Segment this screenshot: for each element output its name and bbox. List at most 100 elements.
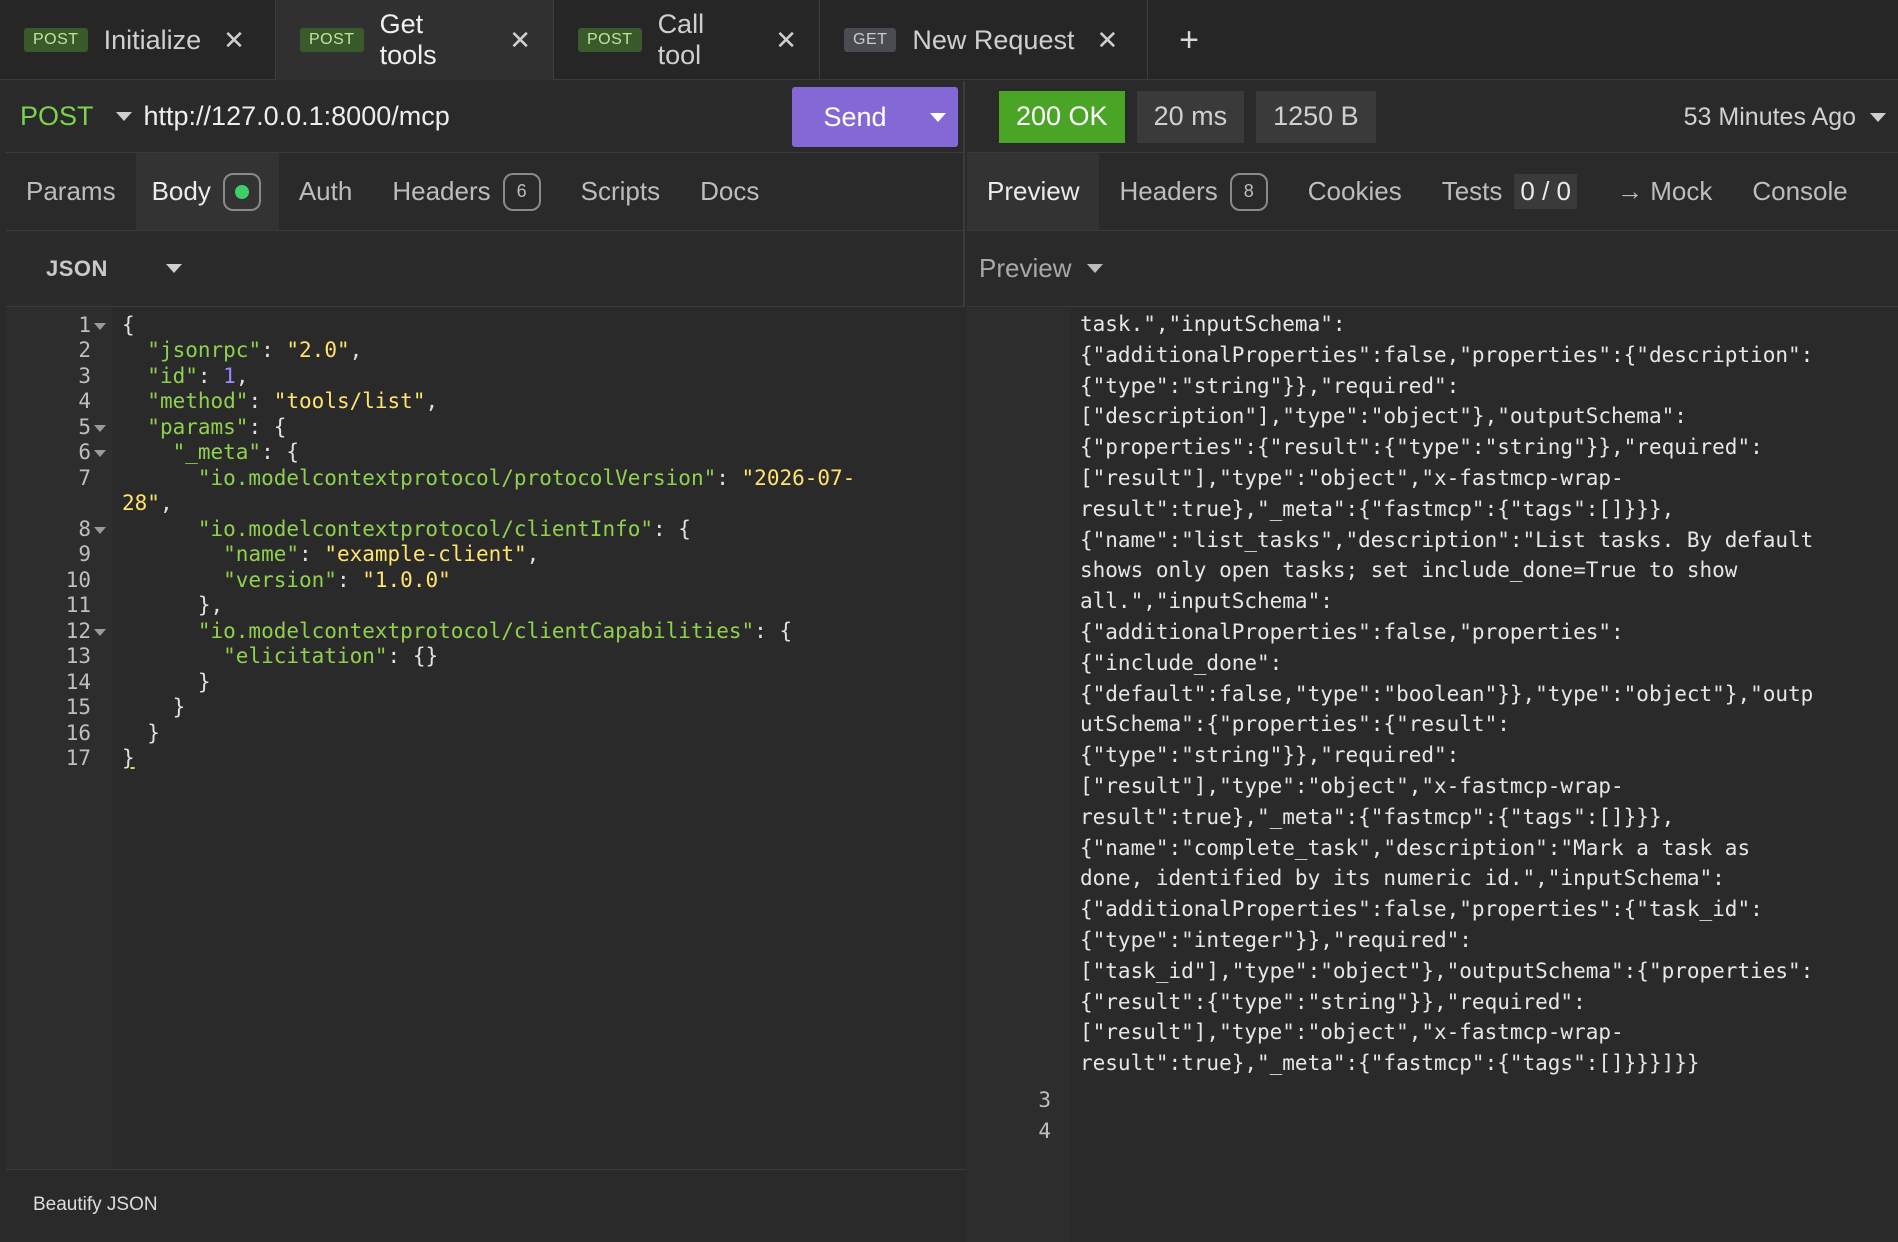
fold-caret-icon[interactable] — [94, 323, 106, 330]
code-line: } — [122, 746, 135, 770]
line-number: 4 — [1038, 1119, 1051, 1143]
response-preview[interactable]: task.","inputSchema": {"additionalPropert… — [967, 307, 1898, 1242]
code-line: } — [197, 670, 211, 694]
editor-footer: Beautify JSON — [6, 1169, 965, 1242]
code-line: } — [147, 721, 160, 745]
response-size-badge: 1250 B — [1256, 90, 1376, 143]
tab-get-tools[interactable]: POST Get tools ✕ — [276, 0, 554, 80]
json-editor[interactable]: 1 2 3 4 5 6 7 8 9 10 11 12 13 14 15 16 1… — [6, 307, 965, 1171]
response-line: result":true},"_meta":{"fastmcp":{"tags"… — [1080, 496, 1675, 521]
code-line: "jsonrpc": "2.0", — [147, 338, 363, 362]
code-line: "version": "1.0.0" — [223, 568, 451, 592]
send-button[interactable]: Send — [792, 102, 918, 133]
response-line: {"type":"string"}},"required": — [1080, 743, 1460, 768]
response-line: {"additionalProperties":false,"propertie… — [1080, 897, 1763, 922]
method-badge: POST — [300, 28, 364, 52]
close-icon[interactable]: ✕ — [1096, 25, 1118, 56]
code-line: "params": { — [147, 415, 287, 439]
url-bar: POST Send — [6, 81, 963, 153]
url-input[interactable] — [143, 101, 784, 132]
code-line: "io.modelcontextprotocol/clientInfo": { — [197, 517, 691, 541]
preview-mode-value: Preview — [979, 253, 1072, 283]
code-line: "io.modelcontextprotocol/clientCapabilit… — [197, 619, 793, 643]
fold-caret-icon[interactable] — [94, 450, 106, 457]
beautify-json-button[interactable]: Beautify JSON — [33, 1194, 158, 1216]
tab-new-request[interactable]: GET New Request ✕ — [820, 0, 1148, 80]
response-line: ["result"],"type":"object","x-fastmcp-wr… — [1080, 1020, 1624, 1045]
tab-tests[interactable]: Tests 0 / 0 — [1422, 153, 1597, 230]
tab-body-label: Body — [151, 176, 211, 206]
response-status-bar: 200 OK 20 ms 1250 B 53 Minutes Ago — [967, 81, 1898, 153]
response-subtabs: Preview Headers 8 Cookies Tests 0 / 0 → … — [967, 153, 1898, 231]
response-line: {"additionalProperties":false,"propertie… — [1080, 619, 1624, 644]
preview-mode-select[interactable]: Preview — [967, 231, 1898, 307]
caret-down-icon — [115, 112, 132, 121]
code-line: "_meta": { — [172, 440, 300, 464]
method-select[interactable]: POST — [6, 101, 132, 132]
status-badge: 200 OK — [999, 90, 1125, 143]
tests-count: 0 / 0 — [1514, 174, 1577, 209]
tab-response-headers[interactable]: Headers 8 — [1099, 153, 1287, 230]
line-number: 11 — [65, 593, 91, 617]
tab-label: New Request — [912, 24, 1075, 55]
body-type-value: JSON — [46, 255, 108, 281]
code-line: "name": "example-client", — [223, 542, 540, 566]
method-badge: POST — [24, 28, 88, 52]
code-line: } — [172, 695, 186, 719]
tab-call-tool[interactable]: POST Call tool ✕ — [554, 0, 820, 80]
tab-label: Get tools — [379, 9, 437, 70]
tab-params[interactable]: Params — [6, 153, 136, 230]
code-line: "id": 1, — [147, 364, 249, 388]
tab-mock[interactable]: → Mock — [1597, 153, 1732, 230]
line-number: 8 — [78, 517, 91, 541]
line-number: 6 — [78, 440, 91, 464]
response-line: ["result"],"type":"object","x-fastmcp-wr… — [1080, 465, 1624, 490]
body-type-select[interactable]: JSON — [6, 231, 963, 307]
time-ago-label: 53 Minutes Ago — [1683, 102, 1856, 131]
close-icon[interactable]: ✕ — [775, 25, 797, 56]
line-number: 4 — [78, 389, 91, 413]
close-icon[interactable]: ✕ — [223, 25, 245, 56]
line-number: 14 — [65, 670, 91, 694]
tab-headers[interactable]: Headers 6 — [372, 153, 560, 230]
tab-scripts[interactable]: Scripts — [561, 153, 680, 230]
tab-cookies[interactable]: Cookies — [1288, 153, 1422, 230]
response-line: all.","inputSchema": — [1080, 589, 1333, 614]
tab-preview[interactable]: Preview — [967, 153, 1100, 230]
close-icon[interactable]: ✕ — [509, 25, 531, 56]
response-line: {"additionalProperties":false,"propertie… — [1080, 342, 1814, 367]
response-line: {"include_done": — [1080, 650, 1283, 675]
caret-down-icon — [1870, 112, 1886, 122]
send-options-dropdown[interactable] — [918, 87, 958, 147]
fold-caret-icon[interactable] — [94, 527, 106, 534]
code-line: "elicitation": {} — [223, 644, 439, 668]
tab-label: Call tool — [657, 9, 705, 70]
plus-icon[interactable]: + — [1148, 0, 1230, 80]
line-number: 3 — [78, 364, 91, 388]
tab-console[interactable]: Console — [1732, 153, 1867, 230]
request-pane: POST Send Params Body Auth Headers 6 Scr… — [6, 81, 965, 1242]
tab-body[interactable]: Body — [135, 153, 279, 230]
line-number: 16 — [65, 721, 91, 745]
response-line: {"type":"string"}},"required": — [1080, 373, 1460, 398]
code-line: }, — [197, 593, 224, 617]
fold-caret-icon[interactable] — [94, 629, 106, 636]
response-body-text: task.","inputSchema": {"additionalPropert… — [1080, 309, 1813, 1079]
response-line: {"type":"integer"}},"required": — [1080, 927, 1472, 952]
line-number: 17 — [65, 746, 91, 770]
line-number: 13 — [65, 644, 91, 668]
tab-initialize[interactable]: POST Initialize ✕ — [0, 0, 276, 80]
code-line: "io.modelcontextprotocol/protocolVersion… — [197, 466, 856, 490]
response-pane: 200 OK 20 ms 1250 B 53 Minutes Ago Previ… — [967, 81, 1898, 1242]
caret-down-icon — [1087, 264, 1104, 273]
tab-headers-label: Headers — [1119, 176, 1218, 206]
response-line: task.","inputSchema": — [1080, 312, 1346, 336]
line-number: 10 — [65, 568, 91, 592]
method-badge: GET — [844, 28, 897, 52]
tab-auth[interactable]: Auth — [279, 153, 373, 230]
tab-docs[interactable]: Docs — [680, 153, 779, 230]
line-number: 7 — [78, 466, 91, 490]
fold-caret-icon[interactable] — [94, 425, 106, 432]
history-dropdown[interactable]: 53 Minutes Ago — [1684, 81, 1886, 153]
green-dot-icon — [222, 172, 261, 211]
